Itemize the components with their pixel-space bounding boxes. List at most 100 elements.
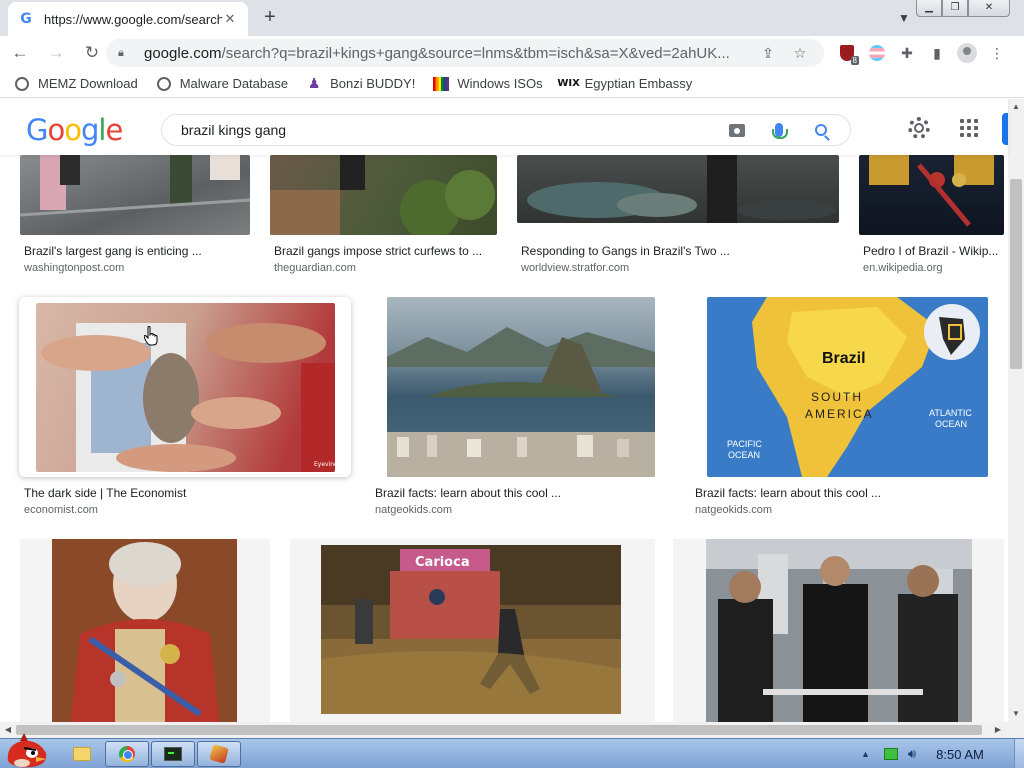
folder-icon — [73, 747, 91, 761]
result-thumbnail[interactable] — [517, 155, 839, 223]
map-label-atlantic-ocean: OCEAN — [935, 419, 967, 429]
map-label-pacific: PACIFIC — [727, 439, 762, 449]
result-thumbnail[interactable]: Eyevine — [36, 303, 335, 472]
vertical-scrollbar[interactable]: ▲ ▼ — [1008, 99, 1024, 722]
result-thumbnail[interactable] — [673, 539, 1004, 722]
paint-icon — [209, 744, 229, 764]
hand-cursor-icon — [144, 326, 158, 346]
restore-button[interactable]: ❐ — [942, 0, 968, 17]
close-tab-icon[interactable]: ✕ — [222, 11, 238, 27]
taskbar-explorer[interactable] — [70, 741, 94, 767]
result-source[interactable]: natgeokids.com — [695, 504, 772, 516]
result-caption[interactable]: Responding to Gangs in Brazil's Two ... — [521, 244, 839, 258]
result-source[interactable]: en.wikipedia.org — [863, 262, 943, 274]
google-apps-icon[interactable] — [960, 119, 978, 137]
show-hidden-icons-icon[interactable]: ▲ — [861, 749, 870, 759]
google-favicon-icon: G — [20, 11, 32, 27]
flag-extension[interactable] — [862, 40, 892, 66]
bookmark-windows-isos[interactable]: Windows ISOs — [433, 76, 543, 92]
result-source[interactable]: theguardian.com — [274, 262, 356, 274]
result-caption[interactable]: Brazil gangs impose strict curfews to ..… — [274, 244, 496, 258]
share-icon[interactable]: ⇪ — [756, 45, 780, 62]
microphone-icon[interactable] — [764, 118, 794, 142]
menu-button[interactable]: ⋮ — [982, 40, 1012, 66]
result-caption[interactable]: The dark side | The Economist — [24, 486, 344, 500]
result-caption[interactable]: Brazil's largest gang is enticing ... — [24, 244, 254, 258]
image-results-grid: Brazil's largest gang is enticing ... wa… — [0, 155, 1008, 722]
forward-arrow-icon: → — [47, 43, 65, 62]
map-label-america: AMERICA — [805, 407, 874, 421]
bookmark-malware-database[interactable]: Malware Database — [156, 76, 288, 92]
side-panel-icon: ▮ — [933, 44, 941, 61]
bookmark-label: Malware Database — [179, 76, 289, 91]
angry-bird-start-icon[interactable] — [2, 731, 52, 768]
bookmark-bonzi-buddy[interactable]: ♟ Bonzi BUDDY! — [306, 75, 416, 92]
taskbar-paint[interactable] — [197, 741, 241, 767]
result-caption[interactable]: Pedro I of Brazil - Wikip... — [863, 244, 1003, 258]
settings-gear-icon[interactable] — [908, 117, 930, 139]
map-label-south: SOUTH — [811, 390, 863, 404]
taskbar-terminal[interactable] — [151, 741, 195, 767]
globe-icon — [14, 76, 30, 92]
reload-button[interactable]: ↻ — [76, 37, 108, 69]
vertical-scroll-thumb[interactable] — [1010, 179, 1022, 369]
google-logo[interactable]: Google — [26, 113, 123, 147]
speaker-icon[interactable]: 🔊︎ — [908, 746, 916, 762]
wix-icon: WIX — [557, 78, 580, 89]
ublock-extension[interactable]: 8 — [832, 40, 862, 66]
result-caption[interactable]: Brazil facts: learn about this cool ... — [695, 486, 995, 500]
window-controls: ▁ ❐ ✕ — [916, 0, 1010, 17]
google-header: Google — [0, 99, 1008, 155]
map-label-atlantic: ATLANTIC — [929, 408, 972, 418]
url-text[interactable]: google.com/search?q=brazil+kings+gang&so… — [144, 45, 748, 62]
horizontal-scroll-thumb[interactable] — [16, 725, 982, 735]
sign-in-button[interactable] — [1002, 113, 1008, 145]
system-tray: ▲ 🔊︎ 8:50 AM — [855, 739, 1024, 768]
result-thumbnail[interactable] — [859, 155, 1004, 235]
puzzle-icon: ✚ — [901, 44, 913, 61]
lock-icon[interactable]: 🔒︎ — [118, 47, 132, 60]
show-desktop-button[interactable] — [1014, 739, 1024, 768]
scroll-up-arrow-icon[interactable]: ▲ — [1008, 99, 1024, 115]
window-close-button[interactable]: ✕ — [968, 0, 1010, 17]
scroll-right-arrow-icon[interactable]: ▶ — [990, 722, 1006, 738]
search-icon[interactable] — [806, 118, 836, 142]
taskbar-chrome[interactable] — [105, 741, 149, 767]
scroll-down-arrow-icon[interactable]: ▼ — [1008, 706, 1024, 722]
forward-button[interactable]: → — [40, 37, 72, 69]
result-thumbnail[interactable] — [387, 297, 655, 477]
network-icon[interactable] — [883, 748, 898, 760]
address-bar[interactable]: 🔒︎ google.com/search?q=brazil+kings+gang… — [106, 39, 824, 67]
result-thumbnail[interactable] — [20, 539, 270, 722]
result-thumbnail[interactable]: Carioca — [290, 539, 655, 722]
result-source[interactable]: washingtonpost.com — [24, 262, 124, 274]
browser-toolbar: ← → ↻ 🔒︎ google.com/search?q=brazil+king… — [0, 36, 1024, 70]
horizontal-scrollbar[interactable]: ◀ ▶ — [0, 722, 1024, 738]
result-source[interactable]: worldview.stratfor.com — [521, 262, 629, 274]
avatar-icon — [957, 43, 977, 63]
result-source[interactable]: natgeokids.com — [375, 504, 452, 516]
minimize-button[interactable]: ▁ — [916, 0, 942, 17]
profile-button[interactable] — [952, 40, 982, 66]
result-caption[interactable]: Brazil facts: learn about this cool ... — [375, 486, 665, 500]
result-thumbnail[interactable] — [20, 155, 250, 235]
bookmark-egyptian-embassy[interactable]: WIX Egyptian Embassy — [557, 76, 693, 92]
new-tab-button[interactable]: + — [258, 6, 282, 30]
result-source[interactable]: economist.com — [24, 504, 98, 516]
taskbar: ▲ 🔊︎ 8:50 AM — [0, 733, 1024, 768]
taskbar-clock[interactable]: 8:50 AM — [936, 747, 984, 762]
tab-search-chevron-icon[interactable]: ▼ — [894, 8, 914, 28]
bookmark-label: Windows ISOs — [457, 76, 543, 91]
search-input[interactable] — [181, 122, 710, 138]
search-box[interactable] — [161, 114, 851, 146]
back-button[interactable]: ← — [4, 37, 36, 69]
result-thumbnail[interactable] — [270, 155, 497, 235]
side-panel-button[interactable]: ▮ — [922, 40, 952, 66]
browser-tab[interactable]: G https://www.google.com/search ✕ — [8, 2, 248, 36]
result-thumbnail[interactable]: Brazil SOUTH AMERICA ATLANTIC OCEAN PACI… — [707, 297, 988, 477]
bookmark-memz[interactable]: MEMZ Download — [14, 76, 138, 92]
camera-search-icon[interactable] — [722, 118, 752, 142]
extensions-button[interactable]: ✚ — [892, 40, 922, 66]
bookmark-star-icon[interactable]: ☆ — [788, 45, 812, 62]
bookmark-label: Egyptian Embassy — [584, 76, 693, 91]
